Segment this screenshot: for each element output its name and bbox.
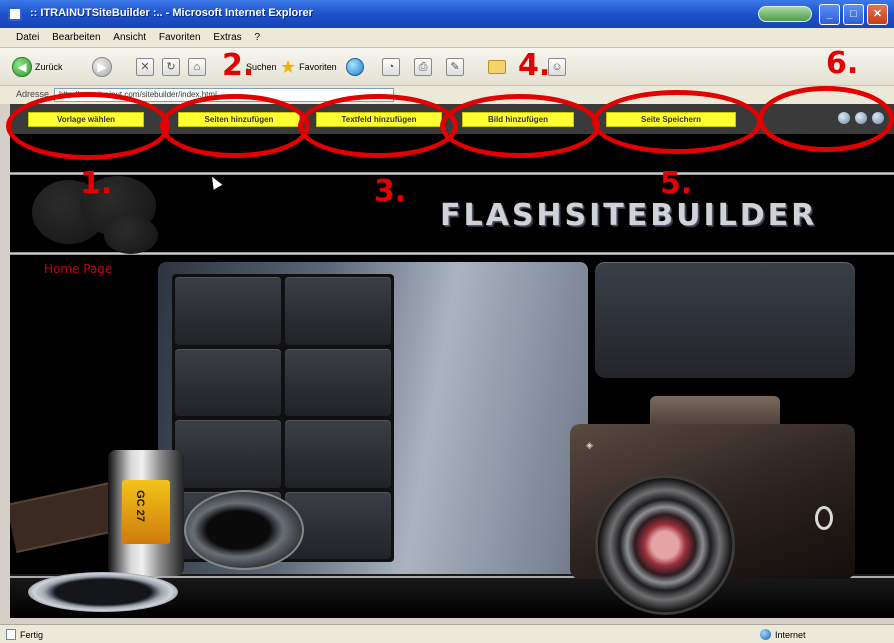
flash-stage: FLASHSITEBUILDER Home Page GC 27 ◈ [10,134,894,618]
back-button[interactable]: ◀ Zurück [12,56,63,78]
back-label: Zurück [35,62,63,72]
film-roll-image: GC 27 [108,450,184,576]
media-button[interactable] [346,56,364,78]
stop-button[interactable]: ✕ [136,56,154,78]
forward-arrow-icon: ▶ [92,57,112,77]
side-panel [595,262,855,378]
media-icon [346,58,364,76]
refresh-icon: ↻ [162,58,180,76]
strap-ring-image [815,506,833,530]
menu-bearbeiten[interactable]: Bearbeiten [52,28,100,48]
decorative-circle [104,216,158,254]
annotation-number: 2. [222,48,255,83]
template-cell[interactable] [285,348,391,416]
back-arrow-icon: ◀ [12,57,32,77]
edit-icon: ✎ [446,58,464,76]
annotation-number: 3. [374,174,407,209]
template-cell[interactable] [175,277,281,345]
film-text: GC 27 [133,490,146,522]
template-cell[interactable] [285,420,391,488]
annotation-circle [592,90,762,154]
annotation-circle [160,94,310,158]
film-label [122,480,170,544]
home-icon: ⌂ [188,58,206,76]
menu-help[interactable]: ? [254,28,260,48]
ie-icon [8,7,22,21]
annotation-number: 5. [660,166,693,201]
template-cell[interactable] [175,348,281,416]
favorites-button[interactable]: ★ Favoriten [280,56,337,78]
annotation-circle [440,94,600,158]
annotation-number: 1. [80,166,113,201]
template-cell[interactable] [285,277,391,345]
menu-favoriten[interactable]: Favoriten [159,28,201,48]
internet-zone-icon [760,629,771,640]
stop-icon: ✕ [136,58,154,76]
brand-logo: FLASHSITEBUILDER [440,198,818,233]
star-icon: ★ [280,57,297,77]
divider-line [10,172,894,175]
messenger-button[interactable]: ☺ [548,56,566,78]
folder-button[interactable] [488,56,506,78]
windows-logo-icon [758,6,812,22]
status-bar: Fertig Internet [0,624,894,643]
menu-ansicht[interactable]: Ansicht [113,28,146,48]
edit-button[interactable]: ✎ [446,56,464,78]
print-button[interactable]: ⎙ [414,56,432,78]
camera-lens-image [598,478,732,612]
title-bar: :: ITRAINUTSiteBuilder :.. - Microsoft I… [0,0,894,28]
film-tube-image [184,490,304,570]
home-button[interactable]: ⌂ [188,56,206,78]
window-title: :: ITRAINUTSiteBuilder :.. - Microsoft I… [30,7,313,19]
mouse-cursor-icon [207,174,223,190]
annotation-number: 4. [518,48,551,83]
annotation-circle [758,86,894,152]
history-icon: ◔ [382,58,400,76]
refresh-button[interactable]: ↻ [162,56,180,78]
menu-extras[interactable]: Extras [213,28,241,48]
page-icon [6,629,16,640]
annotation-circle [298,94,458,158]
browser-toolbar: ◀ Zurück ▶ ✕ ↻ ⌂ Suchen ★ Favoriten ◔ ⎙ … [0,48,894,86]
print-icon: ⎙ [414,58,432,76]
annotation-circle [6,92,170,160]
maximize-button[interactable]: □ [843,4,864,25]
folder-icon [488,60,506,74]
divider-line [10,252,894,255]
history-button[interactable]: ◔ [382,56,400,78]
menu-datei[interactable]: Datei [16,28,39,48]
forward-button[interactable]: ▶ [92,56,112,78]
status-text: Fertig [20,629,44,640]
messenger-icon: ☺ [548,58,566,76]
lens-cap-image [28,572,178,612]
template-cell[interactable] [175,420,281,488]
camera-badge: ◈ [586,440,593,450]
menu-bar: Datei Bearbeiten Ansicht Favoriten Extra… [0,28,894,48]
close-button[interactable]: ✕ [867,4,888,25]
minimize-button[interactable]: _ [819,4,840,25]
home-page-link[interactable]: Home Page [44,262,112,276]
annotation-number: 6. [826,46,859,81]
favorites-label: Favoriten [299,62,337,72]
zone-text: Internet [775,629,806,640]
